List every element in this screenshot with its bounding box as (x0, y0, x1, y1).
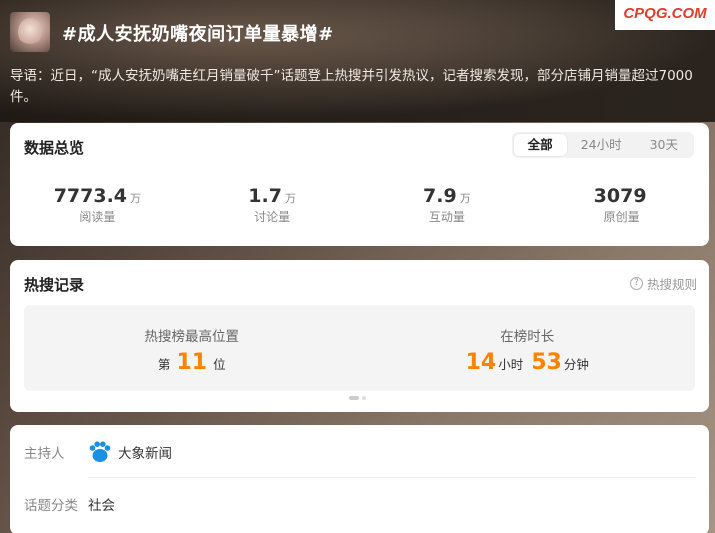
hours-unit: 小时 (498, 357, 524, 372)
stats-row: 7773.4 万 阅读量 1.7 万 讨论量 7.9 万 互动量 3079 原创量 (10, 185, 709, 225)
host-label: 主持人 (24, 446, 65, 462)
tab-24h[interactable]: 24小时 (567, 134, 636, 156)
stat-discussions: 1.7 万 讨论量 (185, 185, 360, 225)
row-divider (88, 477, 696, 478)
hot-search-card: 热搜记录 ? 热搜规则 热搜榜最高位置 第 11 位 在榜时长 14 小时 53 分钟 (10, 260, 709, 412)
help-icon: ? (629, 277, 643, 290)
stat-unit: 万 (284, 192, 296, 205)
hot-search-title: 热搜记录 (24, 276, 85, 294)
page-dot[interactable] (362, 396, 366, 400)
overview-title: 数据总览 (24, 139, 85, 157)
duration-on-list: 在榜时长 14 小时 53 分钟 (360, 305, 696, 391)
hot-search-rules-label: 热搜规则 (646, 277, 697, 292)
host-paw-logo-icon (89, 441, 111, 462)
topic-header: #成人安抚奶嘴夜间订单量暴增# 导语：近日，“成人安抚奶嘴走红月销量破千”话题登… (0, 0, 715, 122)
minutes-value: 53 (531, 350, 562, 375)
stat-value: 3079 (593, 185, 647, 207)
minutes-unit: 分钟 (563, 357, 589, 372)
hot-search-stats: 热搜榜最高位置 第 11 位 在榜时长 14 小时 53 分钟 (24, 305, 695, 391)
topic-title: #成人安抚奶嘴夜间订单量暴增# (62, 24, 334, 45)
stat-interactions: 7.9 万 互动量 (360, 185, 535, 225)
category-label: 话题分类 (24, 498, 78, 514)
topic-info-card: 主持人 大象新闻 话题分类 社会 (10, 425, 709, 533)
peak-caption: 热搜榜最高位置 (144, 329, 240, 345)
hours-value: 14 (465, 350, 497, 375)
stat-value: 7773.4 (53, 185, 128, 207)
category-value[interactable]: 社会 (88, 494, 115, 514)
overview-card: 数据总览 全部 24小时 30天 7773.4 万 阅读量 1.7 万 讨论量 7.… (10, 123, 709, 246)
stat-value: 7.9 (423, 185, 457, 207)
stat-originals: 3079 原创量 (534, 185, 709, 225)
stat-unit: 万 (459, 192, 471, 205)
stat-reads: 7773.4 万 阅读量 (10, 185, 185, 225)
stat-label: 阅读量 (79, 210, 116, 224)
peak-position: 热搜榜最高位置 第 11 位 (24, 305, 360, 391)
host-name: 大象新闻 (118, 446, 172, 462)
carousel-indicator (349, 396, 366, 400)
duration-caption: 在榜时长 (500, 329, 555, 345)
page-dot-active[interactable] (349, 396, 359, 400)
peak-value: 11 (176, 350, 208, 375)
tab-all[interactable]: 全部 (513, 134, 567, 156)
hot-search-rules-link[interactable]: ? 热搜规则 (629, 274, 697, 293)
host-row: 主持人 大象新闻 (24, 440, 172, 464)
stat-label: 原创量 (603, 210, 640, 224)
host-value[interactable]: 大象新闻 (88, 440, 172, 464)
stat-label: 互动量 (428, 210, 465, 224)
stat-label: 讨论量 (254, 210, 291, 224)
category-row: 话题分类 社会 (24, 494, 115, 514)
tab-30d[interactable]: 30天 (636, 134, 692, 156)
stat-value: 1.7 (248, 185, 282, 207)
topic-thumbnail[interactable] (10, 12, 50, 52)
topic-intro: 导语：近日，“成人安抚奶嘴走红月销量破千”话题登上热搜并引发热议，记者搜索发现，… (10, 68, 693, 105)
stat-unit: 万 (130, 192, 142, 205)
peak-prefix: 第 (157, 357, 171, 372)
time-range-tabs: 全部 24小时 30天 (511, 132, 694, 158)
watermark-logo: CPQG.COM (615, 0, 715, 30)
peak-suffix: 位 (213, 357, 226, 372)
